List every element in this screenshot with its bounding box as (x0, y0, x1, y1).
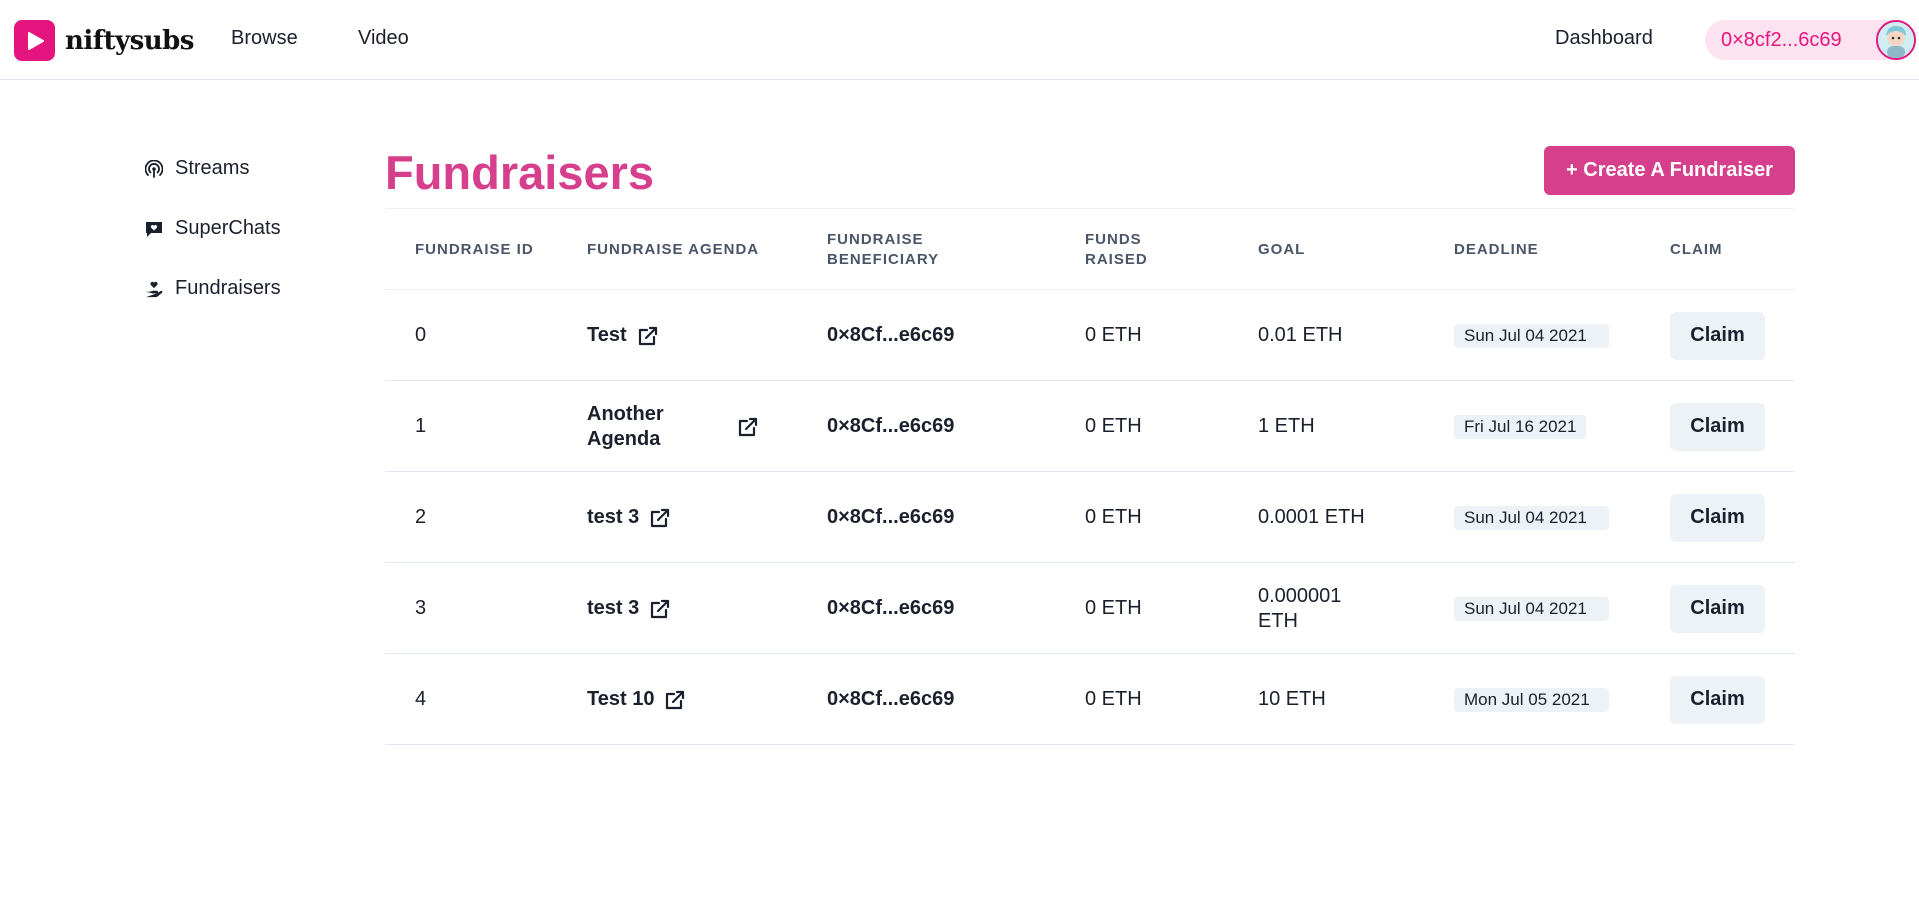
table-row: 3 test 3 0×8Cf...e6c69 0 ETH 0.000001 ET… (385, 563, 1795, 654)
column-header-goal: Goal (1258, 241, 1306, 258)
wallet-address: 0×8cf2...6c69 (1721, 28, 1842, 51)
fundraise-beneficiary: 0×8Cf...e6c69 (827, 415, 955, 437)
sidebar-item-superchats[interactable]: SuperChats (145, 217, 281, 240)
goal: 0.0001 ETH (1258, 506, 1365, 528)
external-link-icon[interactable] (737, 416, 759, 438)
claim-cell: Claim (1670, 290, 1765, 381)
create-fundraiser-button[interactable]: + Create A Fundraiser (1544, 146, 1795, 195)
fundraise-beneficiary: 0×8Cf...e6c69 (827, 597, 955, 619)
broadcast-icon (145, 159, 163, 178)
table-row: 2 test 3 0×8Cf...e6c69 0 ETH 0.0001 ETH … (385, 472, 1795, 563)
deadline-badge: Sun Jul 04 2021 (1454, 323, 1609, 348)
hand-heart-icon (145, 280, 163, 298)
sidebar-item-label: Fundraisers (175, 277, 281, 299)
top-navbar: niftysubs Browse Video Dashboard 0×8cf2.… (0, 0, 1919, 80)
claim-button[interactable]: Claim (1670, 402, 1765, 451)
fundraise-beneficiary: 0×8Cf...e6c69 (827, 688, 955, 710)
fundraise-beneficiary: 0×8Cf...e6c69 (827, 506, 955, 528)
fundraise-agenda: test 3 (587, 563, 671, 654)
sidebar-item-label: Streams (175, 157, 250, 179)
deadline-badge: Sun Jul 04 2021 (1454, 505, 1609, 530)
sidebar-item-streams[interactable]: Streams (145, 157, 249, 180)
external-link-icon[interactable] (637, 325, 659, 347)
claim-button[interactable]: Claim (1670, 311, 1765, 360)
goal: 0.000001 ETH (1258, 584, 1342, 632)
funds-raised: 0 ETH (1085, 688, 1142, 710)
claim-button[interactable]: Claim (1670, 675, 1765, 724)
claim-cell: Claim (1670, 563, 1765, 654)
funds-raised: 0 ETH (1085, 506, 1142, 528)
fundraisers-table: Fundraise ID Fundraise Agenda Fundraise … (385, 208, 1795, 745)
nav-video-link[interactable]: Video (358, 27, 409, 50)
app-logo[interactable]: niftysubs (14, 20, 194, 61)
deadline-badge: Sun Jul 04 2021 (1454, 596, 1609, 621)
deadline: Sun Jul 04 2021 (1454, 563, 1609, 654)
claim-cell: Claim (1670, 472, 1765, 563)
deadline: Sun Jul 04 2021 (1454, 472, 1609, 563)
fundraise-agenda: Another Agenda (587, 381, 759, 472)
fundraise-id: 0 (415, 324, 427, 346)
column-header-agenda: Fundraise Agenda (587, 241, 760, 258)
funds-raised: 0 ETH (1085, 324, 1142, 346)
column-header-funds-raised: Funds Raised (1085, 231, 1148, 268)
external-link-icon[interactable] (664, 689, 686, 711)
table-row: 1 Another Agenda 0×8Cf...e6c69 0 ETH 1 E… (385, 381, 1795, 472)
external-link-icon[interactable] (649, 507, 671, 529)
nav-browse-link[interactable]: Browse (231, 27, 298, 50)
table-header: Fundraise ID Fundraise Agenda Fundraise … (385, 208, 1795, 290)
fundraise-agenda: Test 10 (587, 654, 686, 745)
app-logo-text: niftysubs (65, 25, 194, 56)
fundraise-beneficiary: 0×8Cf...e6c69 (827, 324, 955, 346)
sidebar-item-fundraisers[interactable]: Fundraisers (145, 277, 281, 300)
deadline: Mon Jul 05 2021 (1454, 654, 1609, 745)
fundraise-id: 1 (415, 415, 427, 437)
column-header-beneficiary: Fundraise Beneficiary (827, 231, 940, 268)
goal: 1 ETH (1258, 415, 1315, 437)
chat-icon (145, 220, 163, 238)
deadline-badge: Fri Jul 16 2021 (1454, 414, 1587, 439)
sidebar-item-label: SuperChats (175, 217, 281, 239)
external-link-icon[interactable] (649, 598, 671, 620)
table-row: 0 Test 0×8Cf...e6c69 0 ETH 0.01 ETH Sun … (385, 290, 1795, 381)
goal: 10 ETH (1258, 688, 1326, 710)
deadline-badge: Mon Jul 05 2021 (1454, 687, 1609, 712)
agenda-text: Test (587, 324, 627, 346)
claim-cell: Claim (1670, 654, 1765, 745)
fundraise-id: 3 (415, 597, 427, 619)
play-logo-icon (14, 20, 55, 61)
goal: 0.01 ETH (1258, 324, 1343, 346)
fundraise-id: 2 (415, 506, 427, 528)
column-header-deadline: Deadline (1454, 241, 1539, 258)
claim-cell: Claim (1670, 381, 1765, 472)
avatar[interactable] (1876, 20, 1916, 60)
column-header-claim: Claim (1670, 241, 1723, 258)
agenda-text: test 3 (587, 506, 640, 528)
claim-button[interactable]: Claim (1670, 493, 1765, 542)
agenda-text: test 3 (587, 597, 640, 619)
table-row: 4 Test 10 0×8Cf...e6c69 0 ETH 10 ETH Mon… (385, 654, 1795, 745)
fundraise-agenda: Test (587, 290, 659, 381)
agenda-text: Another Agenda (587, 402, 664, 450)
fundraise-id: 4 (415, 688, 427, 710)
nav-dashboard-link[interactable]: Dashboard (1555, 27, 1653, 50)
funds-raised: 0 ETH (1085, 415, 1142, 437)
deadline: Sun Jul 04 2021 (1454, 290, 1609, 381)
page-title: Fundraisers (385, 146, 655, 199)
fundraise-agenda: test 3 (587, 472, 671, 563)
claim-button[interactable]: Claim (1670, 584, 1765, 633)
agenda-text: Test 10 (587, 688, 655, 710)
deadline: Fri Jul 16 2021 (1454, 381, 1587, 472)
funds-raised: 0 ETH (1085, 597, 1142, 619)
column-header-id: Fundraise ID (415, 241, 534, 258)
